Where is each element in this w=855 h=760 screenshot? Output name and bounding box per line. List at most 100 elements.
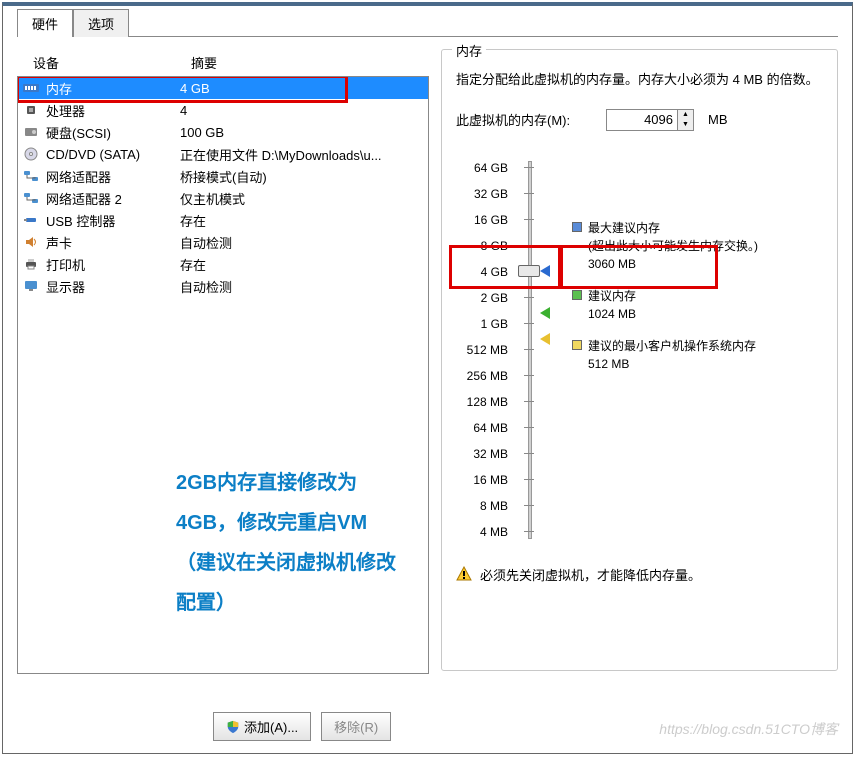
device-row-cd[interactable]: CD/DVD (SATA)正在使用文件 D:\MyDownloads\u...	[18, 143, 428, 165]
usb-icon	[22, 212, 40, 228]
legend-rec-value: 1024 MB	[588, 305, 636, 323]
device-row-printer[interactable]: 打印机存在	[18, 253, 428, 275]
legend-max-title: 最大建议内存	[588, 219, 758, 237]
memory-spinner[interactable]: ▲ ▼	[678, 109, 694, 131]
watermark: https://blog.csdn.51CTO博客	[659, 719, 838, 739]
device-list: 内存4 GB处理器4硬盘(SCSI)100 GBCD/DVD (SATA)正在使…	[17, 76, 429, 674]
warning-text: 必须先关闭虚拟机，才能降低内存量。	[480, 565, 701, 584]
memory-settings-panel: 内存 指定分配给此虚拟机的内存量。内存大小必须为 4 MB 的倍数。 此虚拟机的…	[441, 49, 838, 671]
scale-tick	[524, 401, 534, 402]
device-summary: 仅主机模式	[180, 189, 424, 208]
scale-tick	[524, 479, 534, 480]
device-row-memory[interactable]: 内存4 GB	[18, 77, 428, 99]
scale-label: 32 GB	[456, 181, 508, 207]
marker-rec-green	[540, 307, 550, 322]
scale-label: 8 MB	[456, 493, 508, 519]
marker-max-blue	[540, 265, 550, 280]
device-name: USB 控制器	[46, 211, 180, 230]
column-device: 设备	[33, 53, 191, 72]
device-summary: 自动检测	[180, 277, 424, 296]
scale-tick	[524, 375, 534, 376]
cd-icon	[22, 146, 40, 162]
disk-icon	[22, 124, 40, 140]
scale-tick	[524, 349, 534, 350]
legend-rec-title: 建议内存	[588, 287, 636, 305]
device-row-sound[interactable]: 声卡自动检测	[18, 231, 428, 253]
remove-button: 移除(R)	[321, 712, 391, 741]
tab-options[interactable]: 选项	[73, 9, 129, 37]
memory-unit: MB	[708, 112, 728, 127]
net-icon	[22, 168, 40, 184]
scale-label: 128 MB	[456, 389, 508, 415]
scale-tick	[524, 167, 534, 168]
legend-max-value: 3060 MB	[588, 255, 758, 273]
memory-input-label: 此虚拟机的内存(M):	[456, 110, 592, 129]
legend-min-value: 512 MB	[588, 355, 756, 373]
device-name: 处理器	[46, 101, 180, 120]
net-icon	[22, 190, 40, 206]
scale-label: 4 GB	[456, 259, 508, 285]
device-name: 声卡	[46, 233, 180, 252]
device-name: 硬盘(SCSI)	[46, 123, 180, 142]
device-row-usb[interactable]: USB 控制器存在	[18, 209, 428, 231]
panel-title: 内存	[452, 41, 486, 60]
device-name: 显示器	[46, 277, 180, 296]
scale-label: 8 GB	[456, 233, 508, 259]
device-summary: 自动检测	[180, 233, 424, 252]
scale-tick	[524, 531, 534, 532]
scale-tick	[524, 323, 534, 324]
device-row-net[interactable]: 网络适配器桥接模式(自动)	[18, 165, 428, 187]
device-row-cpu[interactable]: 处理器4	[18, 99, 428, 121]
device-name: 打印机	[46, 255, 180, 274]
scale-tick	[524, 245, 534, 246]
memory-value-input[interactable]	[606, 109, 678, 131]
scale-label: 2 GB	[456, 285, 508, 311]
tab-hardware[interactable]: 硬件	[17, 9, 73, 37]
shield-icon	[226, 720, 240, 734]
device-name: CD/DVD (SATA)	[46, 147, 180, 162]
spinner-up[interactable]: ▲	[678, 110, 693, 120]
memory-icon	[22, 80, 40, 96]
memory-slider-handle[interactable]	[518, 265, 540, 277]
scale-label: 64 MB	[456, 415, 508, 441]
scale-label: 32 MB	[456, 441, 508, 467]
scale-label: 4 MB	[456, 519, 508, 545]
device-name: 网络适配器 2	[46, 189, 180, 208]
spinner-down[interactable]: ▼	[678, 120, 693, 130]
legend-square-green	[572, 290, 582, 300]
device-summary: 存在	[180, 255, 424, 274]
scale-tick	[524, 219, 534, 220]
add-button[interactable]: 添加(A)...	[213, 712, 311, 741]
scale-tick	[524, 427, 534, 428]
scale-tick	[524, 193, 534, 194]
device-summary: 存在	[180, 211, 424, 230]
printer-icon	[22, 256, 40, 272]
warning-icon	[456, 566, 472, 582]
device-name: 内存	[46, 79, 180, 98]
memory-slider-track[interactable]	[516, 155, 542, 545]
cpu-icon	[22, 102, 40, 118]
tabs: 硬件 选项	[17, 8, 852, 36]
device-row-net[interactable]: 网络适配器 2仅主机模式	[18, 187, 428, 209]
scale-label: 1 GB	[456, 311, 508, 337]
display-icon	[22, 278, 40, 294]
scale-label: 256 MB	[456, 363, 508, 389]
legend-min-title: 建议的最小客户机操作系统内存	[588, 337, 756, 355]
device-summary: 4	[180, 103, 424, 118]
device-summary: 4 GB	[180, 81, 424, 96]
scale-tick	[524, 453, 534, 454]
scale-label: 16 GB	[456, 207, 508, 233]
device-summary: 桥接模式(自动)	[180, 167, 424, 186]
annotation-overlay: 2GB内存直接修改为4GB，修改完重启VM（建议在关闭虚拟机修改配置）	[168, 457, 404, 629]
device-row-display[interactable]: 显示器自动检测	[18, 275, 428, 297]
legend-square-blue	[572, 222, 582, 232]
scale-tick	[524, 297, 534, 298]
marker-min-yellow	[540, 333, 550, 348]
legend-max-note: (超出此大小可能发生内存交换。)	[588, 237, 758, 255]
scale-label: 16 MB	[456, 467, 508, 493]
device-summary: 正在使用文件 D:\MyDownloads\u...	[180, 145, 424, 164]
device-row-disk[interactable]: 硬盘(SCSI)100 GB	[18, 121, 428, 143]
scale-label: 512 MB	[456, 337, 508, 363]
scale-tick	[524, 505, 534, 506]
scale-label: 64 GB	[456, 155, 508, 181]
